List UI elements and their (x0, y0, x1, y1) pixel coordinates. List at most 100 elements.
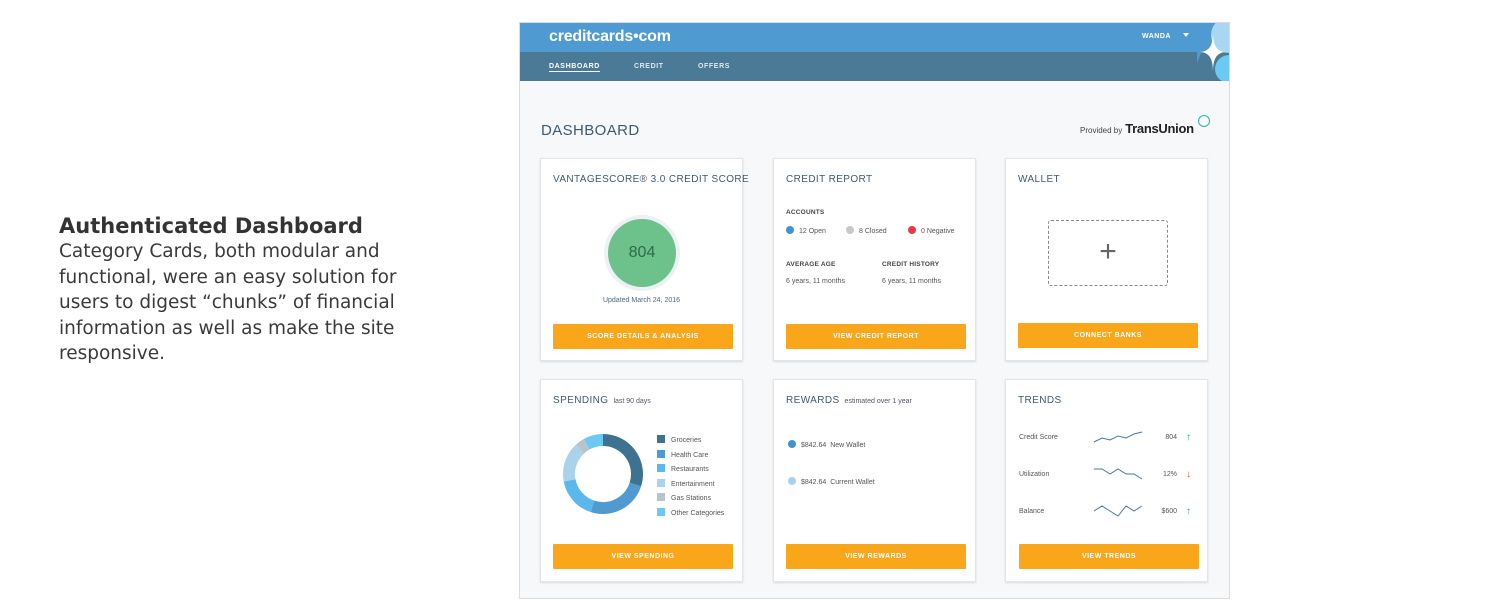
donut-slice-entertainment (563, 444, 585, 482)
rewards-card: REWARDS estimated over 1 year $842.64 New… (773, 379, 976, 582)
accounts-open: 12 Open (786, 226, 826, 235)
trend-balance: Balance $600 ↑ (1019, 505, 1199, 520)
legend-item: Restaurants (657, 464, 709, 473)
credit-score-sparkline (1093, 431, 1143, 443)
trend-value: $600 (1161, 508, 1177, 515)
credit-history-label: CREDIT HISTORY (882, 261, 940, 268)
view-rewards-button[interactable]: VIEW REWARDS (786, 544, 966, 569)
legend-item: Gas Stations (657, 493, 711, 502)
legend-swatch (657, 464, 665, 472)
legend-label: Health Care (671, 451, 709, 459)
score-updated: Updated March 24, 2016 (602, 297, 681, 304)
legend-swatch (657, 449, 665, 458)
accounts-negative: 0 Negative (908, 226, 954, 235)
legend-label: Groceries (671, 437, 702, 444)
credit-history-value: 6 years, 11 months (882, 278, 942, 285)
view-spending-button[interactable]: VIEW SPENDING (553, 544, 733, 569)
trend-label: Credit Score (1019, 434, 1058, 441)
donut-slice-health-care (590, 482, 642, 514)
legend-label: Restaurants (671, 466, 709, 473)
accounts-closed: 8 Closed (846, 226, 887, 235)
legend-label: Entertainment (671, 480, 715, 488)
trend-credit-score: Credit Score 804 ↑ (1019, 431, 1199, 446)
wallet-title: WALLET (1018, 174, 1061, 185)
open-dot-icon (786, 226, 794, 234)
user-name: WANDA (1142, 33, 1171, 40)
donut-slice-other-categories (583, 434, 604, 450)
legend-label: Gas Stations (671, 495, 712, 502)
caption: Authenticated Dashboard Category Cards, … (59, 213, 419, 367)
nav-credit[interactable]: CREDIT (634, 63, 664, 70)
donut-slice-groceries (602, 434, 643, 487)
caption-body: Category Cards, both modular and functio… (59, 241, 397, 364)
add-wallet-tile[interactable]: + (1048, 220, 1168, 286)
spending-card: SPENDING last 90 days Groceries Health Car… (540, 379, 743, 582)
closed-dot-icon (846, 226, 854, 234)
trends-title: TRENDS (1018, 395, 1062, 406)
view-credit-report-button[interactable]: VIEW CREDIT REPORT (786, 324, 966, 349)
chevron-down-icon (1182, 33, 1189, 37)
legend-swatch (657, 435, 665, 443)
nav-dashboard[interactable]: DASHBOARD (549, 63, 600, 72)
tu-icon (1198, 115, 1210, 127)
reward-current-wallet: $842.64 Current Wallet (788, 477, 875, 486)
plus-icon: + (1099, 235, 1117, 268)
legend-item: Health Care (657, 449, 709, 459)
arrow-down-icon: ↓ (1186, 469, 1191, 480)
current-wallet-dot-icon (788, 477, 796, 485)
spending-title: SPENDING last 90 days (553, 395, 651, 406)
legend-swatch (657, 478, 665, 487)
legend-item: Groceries (657, 435, 701, 444)
trend-label: Utilization (1019, 471, 1050, 478)
provided-by-label: Provided by (1080, 126, 1123, 135)
legend-label: Other Categories (671, 509, 725, 517)
caption-title: Authenticated Dashboard (59, 214, 363, 238)
negative-dot-icon (908, 226, 916, 234)
transunion-logo: TransUnion (1125, 121, 1194, 136)
balance-sparkline (1093, 505, 1143, 517)
sparkline-path (1094, 468, 1143, 480)
sparkle-icon (1197, 23, 1229, 81)
new-wallet-dot-icon (788, 440, 796, 448)
accounts-label: ACCOUNTS (786, 209, 825, 216)
score-gauge: 804 (604, 215, 680, 291)
utilization-sparkline (1094, 468, 1143, 480)
trends-card: TRENDS Credit Score 804 ↑ Utilization 12… (1005, 379, 1208, 582)
main-nav: DASHBOARD CREDIT OFFERS (520, 52, 1229, 81)
site-logo[interactable]: creditcards•com (549, 28, 671, 46)
legend-swatch (657, 507, 665, 516)
user-menu[interactable]: WANDA (1142, 33, 1189, 40)
score-details-button[interactable]: SCORE DETAILS & ANALYSIS (553, 324, 733, 349)
arrow-up-icon: ↑ (1186, 432, 1191, 443)
credit-report-card: CREDIT REPORT ACCOUNTS 12 Open 8 Closed … (773, 158, 976, 361)
sparkline-path (1093, 431, 1143, 443)
donut-slice-restaurants (563, 478, 595, 513)
sparkline-path (1093, 505, 1143, 517)
arrow-up-icon: ↑ (1186, 506, 1191, 517)
average-age-value: 6 years, 11 months (786, 278, 846, 285)
top-bar: creditcards•com WANDA (520, 23, 1229, 52)
donut-slice-gas-stations (575, 438, 590, 454)
view-trends-button[interactable]: VIEW TRENDS (1019, 544, 1199, 569)
trend-utilization: Utilization 12% ↓ (1019, 468, 1199, 483)
legend-item: Entertainment (657, 478, 715, 488)
spending-donut-chart (563, 434, 643, 514)
nav-offers[interactable]: OFFERS (698, 63, 730, 70)
score-card-title: VANTAGESCORE® 3.0 CREDIT SCORE (553, 174, 750, 185)
connect-banks-button[interactable]: CONNECT BANKS (1018, 323, 1198, 348)
rewards-title: REWARDS estimated over 1 year (786, 395, 912, 406)
legend-swatch (657, 493, 665, 501)
average-age-label: AVERAGE AGE (786, 261, 836, 268)
provider-credit: Provided by TransUnion (1080, 115, 1210, 136)
page-title: DASHBOARD (541, 122, 640, 139)
trend-value: 804 (1165, 434, 1177, 441)
credit-score-value: 804 (608, 219, 676, 287)
trend-label: Balance (1019, 508, 1045, 515)
app-window: creditcards•com WANDA DASHBOARD CREDIT O… (519, 22, 1230, 599)
legend-item: Other Categories (657, 507, 725, 517)
score-card: VANTAGESCORE® 3.0 CREDIT SCORE 804 Updat… (540, 158, 749, 361)
wallet-card: WALLET + CONNECT BANKS (1005, 158, 1208, 361)
trend-value: 12% (1162, 471, 1177, 478)
credit-report-title: CREDIT REPORT (786, 174, 873, 185)
reward-new-wallet: $842.64 New Wallet (788, 440, 865, 449)
